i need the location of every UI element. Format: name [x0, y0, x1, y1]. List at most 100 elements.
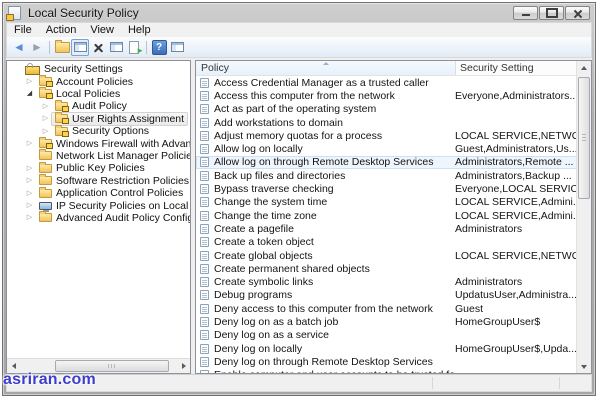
menu-action[interactable]: Action: [39, 23, 84, 37]
tree-item[interactable]: Security Settings: [7, 63, 190, 75]
policy-row[interactable]: Bypass traverse checking Everyone,LOCAL …: [196, 182, 577, 195]
expand-arrow-icon[interactable]: [24, 190, 35, 197]
policy-row[interactable]: Change the system time LOCAL SERVICE,Adm…: [196, 196, 577, 209]
policy-row[interactable]: Deny log on as a batch job HomeGroupUser…: [196, 315, 577, 328]
menu-help[interactable]: Help: [121, 23, 158, 37]
properties-icon[interactable]: [107, 39, 125, 56]
policy-row[interactable]: Access this computer from the network Ev…: [196, 89, 577, 102]
tree-item[interactable]: IP Security Policies on Local Computer: [7, 199, 190, 211]
help-icon[interactable]: ?: [150, 39, 168, 56]
tree-node[interactable]: Advanced Audit Policy Configuration: [35, 211, 190, 225]
tree-item-icon: [55, 102, 68, 111]
policy-row[interactable]: Debug programs UpdatusUser,Administra...: [196, 289, 577, 302]
policy-row[interactable]: Enable computer and user accounts to be …: [196, 369, 577, 373]
tree-item-label: Account Policies: [56, 76, 133, 88]
scroll-down-icon[interactable]: [577, 360, 591, 373]
expand-arrow-icon[interactable]: [24, 78, 35, 85]
policy-row[interactable]: Deny log on locally HomeGroupUser$,Upda.…: [196, 342, 577, 355]
tree-item-label: Software Restriction Policies: [56, 175, 189, 187]
policy-document-icon: [200, 171, 209, 181]
tree-item[interactable]: Local Policies: [7, 88, 190, 100]
maximize-button[interactable]: [539, 6, 564, 20]
policy-row[interactable]: Add workstations to domain: [196, 116, 577, 129]
policy-rows: Access Credential Manager as a trusted c…: [196, 76, 591, 373]
scroll-up-icon[interactable]: [577, 61, 591, 74]
list-vertical-scrollbar[interactable]: [576, 61, 591, 373]
policy-security-setting: HomeGroupUser$: [455, 316, 577, 328]
tree-item-icon: [39, 151, 52, 160]
policy-name: Change the time zone: [214, 210, 455, 222]
expand-arrow-icon[interactable]: [24, 90, 35, 97]
toolbar-separator: [49, 41, 50, 54]
tree-item[interactable]: Public Key Policies: [7, 162, 190, 174]
tree-item[interactable]: Software Restriction Policies: [7, 175, 190, 187]
scroll-right-icon[interactable]: [177, 359, 190, 373]
export-list-icon[interactable]: [125, 39, 143, 56]
policy-row[interactable]: Adjust memory quotas for a process LOCAL…: [196, 129, 577, 142]
column-header-policy[interactable]: Policy: [196, 61, 456, 75]
policy-security-setting: Administrators: [455, 223, 577, 235]
close-button[interactable]: [565, 6, 590, 20]
tree-item-icon: [39, 189, 52, 198]
expand-arrow-icon[interactable]: [40, 128, 51, 135]
policy-document-icon: [200, 104, 209, 114]
watermark-text: asriran.com: [3, 371, 96, 389]
expand-arrow-icon[interactable]: [24, 177, 35, 184]
up-one-level-icon[interactable]: [53, 39, 71, 56]
tree-item-label: IP Security Policies on Local Computer: [56, 200, 190, 212]
tree-item[interactable]: Advanced Audit Policy Configuration: [7, 212, 190, 224]
policy-security-setting: Everyone,LOCAL SERVIC...: [455, 183, 577, 195]
policy-document-icon: [200, 304, 209, 314]
policy-row[interactable]: Allow log on locally Guest,Administrator…: [196, 142, 577, 155]
policy-row[interactable]: Deny log on through Remote Desktop Servi…: [196, 355, 577, 368]
expand-arrow-icon[interactable]: [24, 214, 35, 221]
tree-item[interactable]: Account Policies: [7, 75, 190, 87]
vertical-scroll-thumb[interactable]: [578, 77, 590, 199]
tree-item[interactable]: Application Control Policies: [7, 187, 190, 199]
tree-item[interactable]: Audit Policy: [7, 100, 190, 112]
policy-row[interactable]: Create permanent shared objects: [196, 262, 577, 275]
policy-row[interactable]: Create a token object: [196, 236, 577, 249]
policy-document-icon: [200, 277, 209, 287]
policy-name: Deny access to this computer from the ne…: [214, 303, 455, 315]
new-window-icon[interactable]: [168, 39, 186, 56]
expand-arrow-icon[interactable]: [40, 115, 51, 122]
policy-name: Allow log on locally: [214, 143, 455, 155]
expand-arrow-icon[interactable]: [40, 103, 51, 110]
forward-icon[interactable]: [28, 39, 46, 56]
expand-arrow-icon[interactable]: [24, 140, 35, 147]
status-bar-divider: [432, 377, 433, 389]
policy-row[interactable]: Back up files and directories Administra…: [196, 169, 577, 182]
tree-item[interactable]: Network List Manager Policies: [7, 150, 190, 162]
policy-row[interactable]: Access Credential Manager as a trusted c…: [196, 76, 577, 89]
policy-row[interactable]: Deny log on as a service: [196, 329, 577, 342]
policy-name: Access Credential Manager as a trusted c…: [214, 77, 455, 89]
tree-item[interactable]: User Rights Assignment: [7, 113, 190, 125]
policy-row[interactable]: Deny access to this computer from the ne…: [196, 302, 577, 315]
titlebar[interactable]: Local Security Policy: [6, 3, 592, 22]
policy-row[interactable]: Change the time zone LOCAL SERVICE,Admin…: [196, 209, 577, 222]
policy-row[interactable]: Create symbolic links Administrators: [196, 275, 577, 288]
tree-item-icon: [39, 77, 52, 86]
policy-row[interactable]: Act as part of the operating system: [196, 103, 577, 116]
desktop-background: Local Security Policy File Action View H…: [0, 0, 600, 400]
back-icon[interactable]: [10, 39, 28, 56]
policy-name: Create a pagefile: [214, 223, 455, 235]
show-console-tree-icon[interactable]: [71, 39, 89, 56]
menu-file[interactable]: File: [7, 23, 39, 37]
policy-document-icon: [200, 264, 209, 274]
policy-document-icon: [200, 78, 209, 88]
tree-item[interactable]: Security Options: [7, 125, 190, 137]
delete-icon[interactable]: [89, 39, 107, 56]
column-header-security-setting[interactable]: Security Setting: [456, 61, 577, 75]
menu-view[interactable]: View: [83, 23, 121, 37]
minimize-button[interactable]: [513, 6, 538, 20]
tree-item[interactable]: Windows Firewall with Advanced Security: [7, 137, 190, 149]
policy-name: Bypass traverse checking: [214, 183, 455, 195]
expand-arrow-icon[interactable]: [24, 202, 35, 209]
policy-row[interactable]: Allow log on through Remote Desktop Serv…: [196, 156, 577, 169]
expand-arrow-icon[interactable]: [24, 165, 35, 172]
policy-row[interactable]: Create global objects LOCAL SERVICE,NETW…: [196, 249, 577, 262]
policy-row[interactable]: Create a pagefile Administrators: [196, 222, 577, 235]
toolbar-separator: [146, 41, 147, 54]
